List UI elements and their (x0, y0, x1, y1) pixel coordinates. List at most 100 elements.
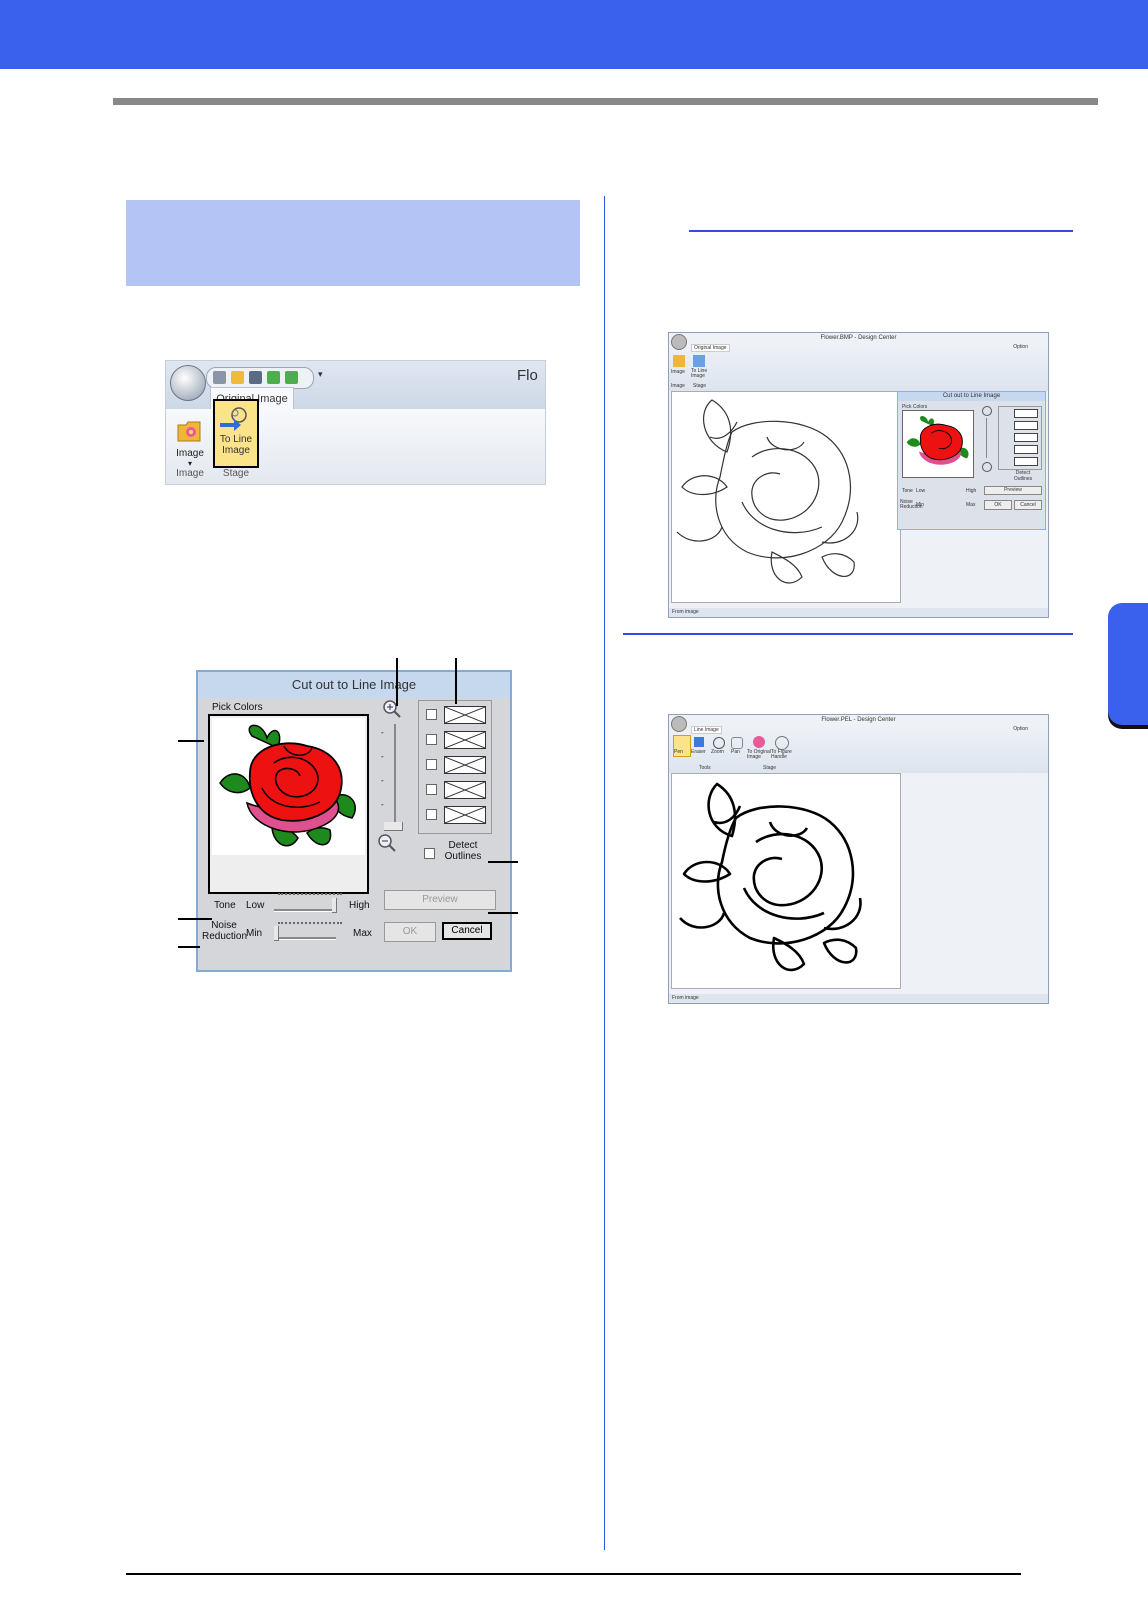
save-icon[interactable] (249, 371, 262, 384)
section-heading-box (126, 200, 580, 286)
subsection-rule-bottom (623, 633, 1073, 635)
window1-zoom-in-icon[interactable] (982, 406, 992, 416)
noise-ticks (278, 922, 342, 926)
color-row[interactable] (420, 779, 490, 799)
noise-slider[interactable] (274, 937, 336, 940)
window1-to-line-icon[interactable] (693, 355, 705, 367)
zoom-out-icon[interactable] (376, 832, 398, 854)
color-row[interactable] (420, 729, 490, 749)
window1-image-icon[interactable] (673, 355, 685, 367)
window2-stage-label: To Original Image (747, 749, 771, 760)
window1-max-label: Max (966, 502, 976, 508)
window1-image-label: Image (671, 369, 685, 375)
window1-low-label: Low (916, 488, 926, 494)
window2-pan-icon[interactable] (731, 737, 743, 749)
quick-access-toolbar (206, 367, 314, 389)
undo-icon[interactable] (267, 371, 280, 384)
window2-group-stage: Stage (763, 765, 777, 771)
group-image-label: Image (176, 468, 204, 479)
to-line-image-label: To Line Image (219, 434, 253, 456)
window1-zoom-slider[interactable] (986, 418, 987, 458)
open-icon[interactable] (231, 371, 244, 384)
color-row[interactable] (420, 754, 490, 774)
zoom-slider-track[interactable] (394, 724, 396, 828)
callout-line-preview (488, 912, 518, 914)
zoom-tick: - (381, 800, 384, 809)
window1-option[interactable]: Option (1013, 344, 1028, 350)
to-line-image-button[interactable]: To Line Image (213, 399, 259, 468)
window1-zoom-out-icon[interactable] (982, 462, 992, 472)
zoom-in-icon[interactable] (381, 698, 403, 720)
image-button-label: Image (176, 448, 204, 459)
tone-slider-thumb[interactable] (332, 898, 337, 913)
color-row[interactable] (420, 704, 490, 724)
window1-pick-area[interactable] (902, 410, 974, 478)
noise-slider-thumb[interactable] (274, 926, 279, 941)
window1-swatch (1014, 409, 1038, 418)
window2-logo-icon[interactable] (671, 716, 687, 732)
pick-colors-area[interactable] (208, 714, 369, 894)
tone-slider[interactable] (274, 909, 336, 912)
window1-preview-button[interactable]: Preview (984, 486, 1042, 495)
callout-line-tone (178, 918, 212, 920)
window2-tab[interactable]: Line Image (691, 726, 722, 734)
window1-cancel-button[interactable]: Cancel (1014, 500, 1042, 510)
rose-preview[interactable] (212, 718, 365, 855)
window2-canvas[interactable] (671, 773, 901, 989)
image-button[interactable]: Image ▾ (170, 417, 210, 475)
color-checkbox[interactable] (426, 759, 437, 770)
window1-ok-button[interactable]: OK (984, 500, 1012, 510)
window1-to-line-label: To Line Image (691, 368, 708, 379)
dialog-title: Cut out to Line Image (198, 672, 510, 698)
subsection-rule-top (689, 230, 1073, 232)
window1-canvas[interactable] (671, 391, 901, 603)
app-logo-icon[interactable] (170, 365, 206, 401)
callout-line-colors (455, 658, 457, 704)
window2-option[interactable]: Option (1013, 726, 1028, 732)
callout-line-noise (178, 946, 200, 948)
column-divider (604, 196, 605, 1550)
cancel-button[interactable]: Cancel (442, 922, 492, 940)
window1-swatch (1014, 421, 1038, 430)
detect-outlines-checkbox[interactable] (424, 848, 435, 859)
window2-to-original-icon[interactable] (753, 736, 765, 748)
zoom-slider-thumb[interactable] (384, 822, 403, 831)
callout-line-pick (178, 740, 204, 742)
window1-tab[interactable]: Original Image (691, 344, 730, 352)
new-icon[interactable] (213, 371, 226, 384)
rose-color-image (219, 724, 356, 847)
image-dropdown-icon: ▾ (187, 459, 192, 468)
qat-dropdown-icon[interactable]: ▾ (318, 369, 323, 380)
window1-min-label: Min (916, 502, 925, 508)
window-title-fragment: Flo (517, 367, 538, 384)
color-checkbox[interactable] (426, 734, 437, 745)
redo-icon[interactable] (285, 371, 298, 384)
color-checkbox[interactable] (426, 809, 437, 820)
window1-ribbon: Original Image Image To Line Image Image… (669, 334, 1048, 391)
pick-colors-label: Pick Colors (212, 702, 263, 713)
noise-max-label: Max (353, 928, 372, 939)
color-checkbox[interactable] (426, 784, 437, 795)
window2-zoom-icon[interactable] (713, 737, 725, 749)
window2-to-figure-icon[interactable] (775, 736, 789, 750)
preview-button[interactable]: Preview (384, 890, 496, 910)
window2-tool-label: Zoom (711, 749, 724, 755)
to-line-image-icon (220, 407, 247, 431)
ribbon-screenshot: ▾ Flo Original Image Image ▾ To Line Ima… (165, 360, 546, 485)
window1-noise-label: Noise Reduction (900, 499, 923, 510)
window1-logo-icon[interactable] (671, 334, 687, 350)
cut-out-dialog: Cut out to Line Image Pick Colors - - - … (196, 670, 512, 972)
color-row[interactable] (420, 804, 490, 824)
color-checkbox[interactable] (426, 709, 437, 720)
window1-rose-icon (906, 416, 969, 465)
window1-dialog-title: Cut out to Line Image (898, 392, 1045, 401)
window2-tool-label: Eraser (691, 749, 706, 755)
chapter-side-tab (1108, 603, 1148, 725)
window-flower-pel: Flower.PEL - Design Center Line Image Pe… (668, 714, 1049, 1004)
window1-title: Flower.BMP - Design Center (820, 335, 897, 341)
window2-line-rose (679, 782, 862, 972)
window2-eraser-icon[interactable] (694, 737, 704, 747)
ok-button[interactable]: OK (384, 922, 436, 942)
window1-swatch (1014, 433, 1038, 442)
noise-reduction-label: Noise Reduction (202, 920, 248, 942)
